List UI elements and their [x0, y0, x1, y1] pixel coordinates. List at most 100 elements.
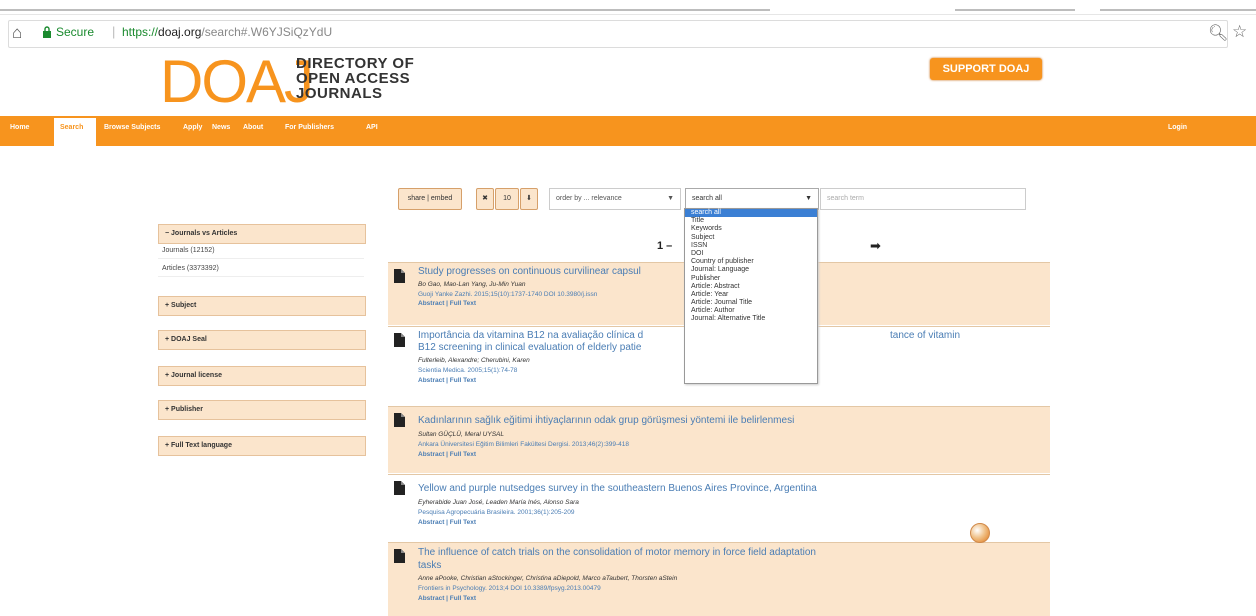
result-item: Kadınlarının sağlık eğitimi ihtiyaçların… [388, 406, 1050, 473]
nav-search-label: Search [60, 124, 84, 131]
search-field-dropdown: search all Title Keywords Subject ISSN D… [684, 208, 818, 384]
result-links[interactable]: Abstract | Full Text [418, 451, 476, 458]
facet-label: − Journals vs Articles [165, 230, 238, 237]
result-links[interactable]: Abstract | Full Text [418, 377, 476, 384]
logo-line-1: DIRECTORY OF [296, 55, 415, 72]
dropdown-option-article-year[interactable]: Article: Year [685, 291, 817, 299]
nav-search[interactable]: Search [54, 118, 96, 146]
url-host: doaj.org [158, 25, 202, 39]
zoom-icon[interactable]: 🔍︎ [1208, 23, 1228, 43]
facet-option-articles[interactable]: Articles (3373392) [158, 262, 364, 277]
facet-label: + DOAJ Seal [165, 336, 207, 343]
nav-about[interactable]: About [243, 124, 263, 131]
document-icon [394, 269, 405, 283]
dropdown-option-journal-alt-title[interactable]: Journal: Alternative Title [685, 315, 817, 323]
facet-option-label: Articles (3373392) [162, 265, 219, 272]
dropdown-option-country[interactable]: Country of publisher [685, 258, 817, 266]
facet-option-journals[interactable]: Journals (12152) [158, 244, 364, 259]
dropdown-option-article-journal-title[interactable]: Article: Journal Title [685, 299, 817, 307]
search-field-value: search all [692, 195, 722, 202]
secure-label: Secure [56, 25, 95, 39]
document-icon [394, 333, 405, 347]
facet-full-text-language[interactable]: + Full Text language [158, 436, 366, 456]
facet-subject[interactable]: + Subject [158, 296, 366, 316]
dropdown-option-subject[interactable]: Subject [685, 234, 817, 242]
result-source[interactable]: Ankara Üniversitesi Eğitim Bilimleri Fak… [418, 441, 629, 448]
logo-subtitle: DIRECTORY OF OPEN ACCESS JOURNALS [296, 56, 414, 101]
result-title[interactable]: Kadınlarının sağlık eğitimi ihtiyaçların… [418, 415, 978, 426]
result-authors: Sultan GÜÇLÜ, Meral UYSAL [418, 431, 504, 438]
pager-text: 1 – [657, 240, 673, 252]
logo-line-3: JOURNALS [296, 85, 383, 102]
facet-publisher[interactable]: + Publisher [158, 400, 366, 420]
url-separator: | [112, 24, 116, 39]
order-by-select[interactable]: order by ... relevance ▼ [549, 188, 681, 210]
open-access-badge-icon [970, 523, 990, 543]
chevron-down-icon: ▼ [805, 195, 812, 202]
result-source[interactable]: Pesquisa Agropecuária Brasileira. 2001;3… [418, 509, 574, 516]
main-nav: Home Search Browse Subjects Apply News A… [0, 116, 1256, 146]
search-input[interactable]: search term [820, 188, 1026, 210]
facet-journal-license[interactable]: + Journal license [158, 366, 366, 386]
lock-icon [43, 26, 51, 38]
download-button[interactable]: ⬇ [520, 188, 538, 210]
url-path: /search#.W6YJSiQzYdU [201, 25, 333, 39]
nav-home[interactable]: Home [10, 124, 29, 131]
result-source[interactable]: Guoji Yanke Zazhi. 2015;15(10):1737-1740… [418, 291, 597, 298]
dropdown-option-publisher[interactable]: Publisher [685, 275, 817, 283]
result-authors: Anne aPooke, Christian aStockinger, Chri… [418, 575, 678, 582]
result-source[interactable]: Frontiers in Psychology. 2013;4 DOI 10.3… [418, 585, 601, 592]
dropdown-option-issn[interactable]: ISSN [685, 242, 817, 250]
nav-apply[interactable]: Apply [183, 124, 202, 131]
share-embed-button[interactable]: share | embed [398, 188, 462, 210]
doaj-logo[interactable]: DOAJ [160, 50, 314, 114]
chevron-down-icon: ▼ [667, 195, 674, 202]
dropdown-option-keywords[interactable]: Keywords [685, 225, 817, 233]
nav-news[interactable]: News [212, 124, 230, 131]
result-item: The influence of catch trials on the con… [388, 542, 1050, 616]
result-title-tail[interactable]: tance of vitamin [890, 330, 1030, 341]
browser-tabstrip [0, 0, 1256, 15]
dropdown-option-journal-language[interactable]: Journal: Language [685, 266, 817, 274]
result-links[interactable]: Abstract | Full Text [418, 595, 476, 602]
document-icon [394, 413, 405, 427]
result-title[interactable]: The influence of catch trials on the con… [418, 547, 978, 558]
url-text[interactable]: https://doaj.org/search#.W6YJSiQzYdU [122, 25, 332, 39]
search-field-select[interactable]: search all ▼ [685, 188, 819, 210]
result-authors: Eyherabide Juan José, Leaden María Inés,… [418, 499, 579, 506]
facet-doaj-seal[interactable]: + DOAJ Seal [158, 330, 366, 350]
result-source[interactable]: Scientia Medica. 2005;15(1):74-78 [418, 367, 517, 374]
page-size-button[interactable]: 10 [495, 188, 519, 210]
document-icon [394, 481, 405, 495]
nav-login[interactable]: Login [1168, 124, 1187, 131]
result-links[interactable]: Abstract | Full Text [418, 519, 476, 526]
clear-search-button[interactable]: ✖ [476, 188, 494, 210]
facet-label: + Publisher [165, 406, 203, 413]
result-title-line2[interactable]: tasks [418, 560, 978, 571]
dropdown-option-title[interactable]: Title [685, 217, 817, 225]
result-authors: Fulterleib, Alexandre; Cherubini, Karen [418, 357, 530, 364]
dropdown-option-article-abstract[interactable]: Article: Abstract [685, 283, 817, 291]
result-item: Yellow and purple nutsedges survey in th… [388, 474, 1050, 541]
bookmark-star-icon[interactable]: ☆ [1232, 22, 1247, 42]
nav-browse-subjects[interactable]: Browse Subjects [104, 124, 160, 131]
logo-line-2: OPEN ACCESS [296, 70, 411, 87]
dropdown-option-doi[interactable]: DOI [685, 250, 817, 258]
facet-label: + Subject [165, 302, 197, 309]
order-by-value: order by ... relevance [556, 195, 622, 202]
facet-journals-vs-articles[interactable]: − Journals vs Articles [158, 224, 366, 244]
home-icon[interactable]: ⌂ [12, 24, 30, 42]
result-authors: Bo Gao, Mao-Lan Yang, Ju-Min Yuan [418, 281, 526, 288]
nav-for-publishers[interactable]: For Publishers [285, 124, 334, 131]
dropdown-option-search-all[interactable]: search all [685, 209, 817, 218]
facet-label: + Full Text language [165, 442, 232, 449]
next-page-arrow-icon[interactable]: ➡ [870, 238, 881, 254]
result-title[interactable]: Yellow and purple nutsedges survey in th… [418, 483, 978, 494]
document-icon [394, 549, 405, 563]
nav-api[interactable]: API [366, 124, 378, 131]
url-scheme: https:// [122, 25, 159, 39]
facet-label: + Journal license [165, 372, 222, 379]
result-links[interactable]: Abstract | Full Text [418, 300, 476, 307]
dropdown-option-article-author[interactable]: Article: Author [685, 307, 817, 315]
support-doaj-button[interactable]: SUPPORT DOAJ [930, 58, 1042, 80]
